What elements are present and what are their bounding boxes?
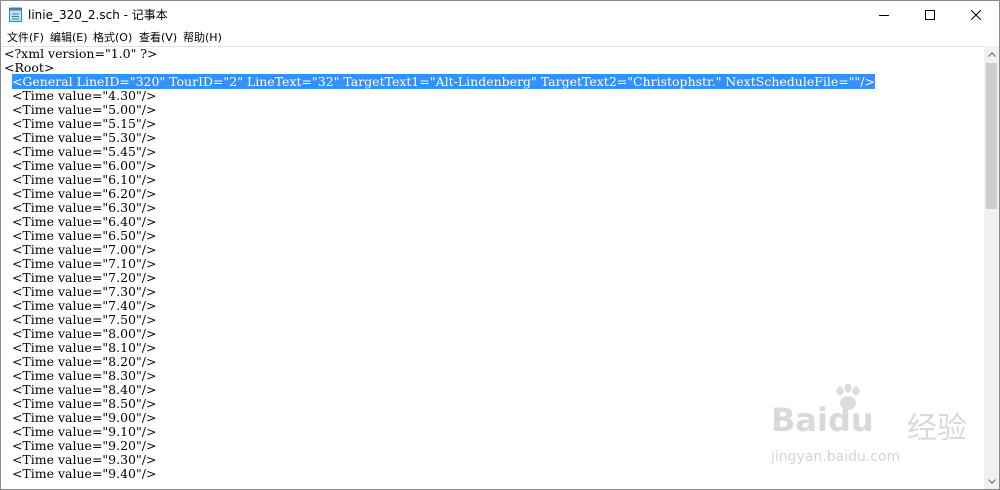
title-bar[interactable]: linie_320_2.sch - 记事本 [1,1,999,28]
text-line: <Time value="9.00"/> [4,410,157,425]
text-line: <Time value="6.30"/> [4,200,157,215]
minimize-button[interactable] [861,1,907,28]
text-line: <Time value="5.15"/> [4,116,157,131]
watermark-brand-cn: 经验 [907,411,967,446]
scroll-down-button[interactable] [984,473,999,489]
text-line: <Time value="8.50"/> [4,396,157,411]
baidu-jingyan-watermark: Baidu 经验 jingyan.baidu.com [771,383,991,473]
text-line: <Root> [4,60,55,75]
text-line: <Time value="8.30"/> [4,368,157,383]
text-line: <Time value="7.10"/> [4,256,157,271]
text-line: <Time value="6.10"/> [4,172,157,187]
close-button[interactable] [953,1,999,28]
notepad-window: linie_320_2.sch - 记事本 文件(F) 编辑(E) 格式(O) … [0,0,1000,490]
text-line: <Time value="9.20"/> [4,438,157,453]
text-line: <Time value="8.00"/> [4,326,157,341]
text-line: <?xml version="1.0" ?> [4,46,158,61]
text-line: <Time value="7.40"/> [4,298,157,313]
text-line: <Time value="5.30"/> [4,130,157,145]
text-line: <Time value="6.50"/> [4,228,157,243]
chevron-up-icon [987,51,996,57]
text-line: <Time value="4.30"/> [4,88,157,103]
text-line: <Time value="7.50"/> [4,312,157,327]
maximize-icon [925,9,935,20]
menu-view[interactable]: 查看(V) [139,29,177,45]
text-line: <Time value="9.40"/> [4,466,157,481]
text-line: <Time value="5.00"/> [4,102,157,117]
selected-text: <General LineID="320" TourID="2" LineTex… [11,74,875,89]
text-line: <Time value="6.00"/> [4,158,157,173]
text-line: <Time value="9.10"/> [4,424,157,439]
text-line: <Time value="7.30"/> [4,284,157,299]
minimize-icon [879,14,889,16]
text-line: <Time value="6.20"/> [4,186,157,201]
menu-bar: 文件(F) 编辑(E) 格式(O) 查看(V) 帮助(H) [1,28,999,46]
text-line: <Time value="8.10"/> [4,340,157,355]
text-line: <Time value="9.30"/> [4,452,157,467]
window-title: linie_320_2.sch - 记事本 [28,8,168,22]
text-line: <Time value="7.00"/> [4,242,157,257]
menu-format[interactable]: 格式(O) [93,29,132,45]
paw-icon [836,383,860,410]
chevron-down-icon [987,478,996,484]
menu-file[interactable]: 文件(F) [7,29,44,45]
text-line: <Time value="5.45"/> [4,144,157,159]
watermark-url: jingyan.baidu.com [771,449,901,465]
menu-help[interactable]: 帮助(H) [183,29,222,45]
text-line: <Time value="6.40"/> [4,214,157,229]
text-line-selected: <General LineID="320" TourID="2" LineTex… [4,74,875,89]
text-line: <Time value="8.40"/> [4,382,157,397]
scroll-up-button[interactable] [984,46,999,62]
text-line: <Time value="8.20"/> [4,354,157,369]
scrollbar-thumb[interactable] [986,63,997,209]
menu-edit[interactable]: 编辑(E) [50,29,88,45]
close-icon [971,9,981,20]
notepad-icon [9,7,22,22]
text-line: <Time value="7.20"/> [4,270,157,285]
maximize-button[interactable] [907,1,953,28]
